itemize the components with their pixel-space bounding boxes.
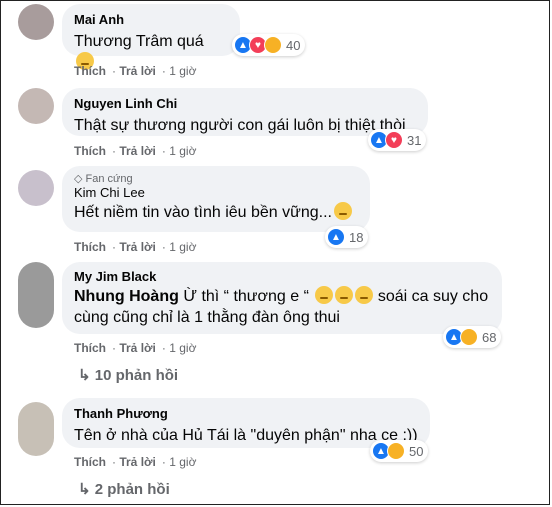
reply-button[interactable]: Trả lời <box>119 455 156 469</box>
haha-reaction-icon <box>460 328 478 346</box>
comment-actions: Thích · Trả lời · 1 giờ <box>74 455 197 469</box>
author-name[interactable]: Thanh Phương <box>74 406 418 421</box>
view-replies-link[interactable]: ↳ 10 phản hồi <box>78 366 178 384</box>
reply-button[interactable]: Trả lời <box>119 64 156 78</box>
author-name[interactable]: Mai Anh <box>74 12 228 27</box>
timestamp[interactable]: 1 giờ <box>169 341 196 355</box>
comment-text-part: cùng cũng chỉ là 1 thằng đàn ông thui <box>74 309 340 326</box>
comment-bubble: ◇ Fan cứng Kim Chi Lee Hết niềm tin vào … <box>62 166 370 232</box>
avatar[interactable] <box>18 262 54 328</box>
unamused-face-emoji-icon <box>315 286 334 304</box>
reaction-summary[interactable]: ▲ 50 <box>370 440 429 462</box>
like-button[interactable]: Thích <box>74 455 106 469</box>
like-button[interactable]: Thích <box>74 64 106 78</box>
comment-actions: Thích · Trả lời · 1 giờ <box>74 144 197 158</box>
author-name[interactable]: Kim Chi Lee <box>74 185 358 200</box>
diamond-icon: ◇ <box>74 173 83 185</box>
replies-count: 10 phản hồi <box>94 367 179 384</box>
replies-count: 2 phản hồi <box>94 481 170 498</box>
timestamp[interactable]: 1 giờ <box>169 240 196 254</box>
avatar[interactable] <box>18 402 54 456</box>
comment-text: Thương Trâm quá <box>74 33 204 50</box>
timestamp[interactable]: 1 giờ <box>169 64 196 78</box>
like-button[interactable]: Thích <box>74 144 106 158</box>
comment-actions: Thích · Trả lời · 1 giờ <box>74 240 197 254</box>
avatar[interactable] <box>18 88 54 124</box>
comment-text: Tên ở nhà của Hủ Tái là "duyên phận" nha… <box>74 427 418 444</box>
comment-text: Hết niềm tin vào tình iêu bền vững... <box>74 204 332 221</box>
comment-actions: Thích · Trả lời · 1 giờ <box>74 341 197 355</box>
reaction-summary[interactable]: ▲ ♥ 31 <box>368 129 427 151</box>
reaction-count: 50 <box>409 443 424 459</box>
reaction-count: 68 <box>482 329 497 345</box>
timestamp[interactable]: 1 giờ <box>169 144 196 158</box>
view-replies-link[interactable]: ↳ 2 phản hồi <box>78 480 170 498</box>
fan-badge: Fan cứng <box>85 173 133 185</box>
avatar[interactable] <box>18 4 54 40</box>
timestamp[interactable]: 1 giờ <box>169 455 196 469</box>
unamused-face-emoji-icon <box>355 286 374 304</box>
avatar[interactable] <box>18 170 54 206</box>
reaction-count: 18 <box>349 229 364 245</box>
comment-text-part: soái ca suy cho <box>377 288 489 305</box>
like-button[interactable]: Thích <box>74 240 106 254</box>
comment-actions: Thích · Trả lời · 1 giờ <box>74 64 197 78</box>
reaction-summary[interactable]: ▲ ♥ 40 <box>232 34 306 56</box>
comment-text: Thật sự thương người con gái luôn bị thi… <box>74 117 406 134</box>
mention-link[interactable]: Nhung Hoàng <box>74 288 179 305</box>
comment-bubble: Mai Anh Thương Trâm quá <box>62 4 240 70</box>
comment-text-part: Ừ thì “ thương e “ <box>183 288 309 305</box>
haha-reaction-icon <box>387 442 405 460</box>
reply-button[interactable]: Trả lời <box>119 341 156 355</box>
reaction-count: 40 <box>286 37 301 53</box>
reply-arrow-icon: ↳ <box>78 481 91 498</box>
reply-arrow-icon: ↳ <box>78 367 91 384</box>
sad-reaction-icon <box>264 36 282 54</box>
author-name[interactable]: Nguyen Linh Chi <box>74 96 416 111</box>
love-reaction-icon: ♥ <box>385 131 403 149</box>
comment-bubble: My Jim Black Nhung Hoàng Ừ thì “ thương … <box>62 262 502 334</box>
comment-bubble: Nguyen Linh Chi Thật sự thương người con… <box>62 88 428 136</box>
like-button[interactable]: Thích <box>74 341 106 355</box>
reply-button[interactable]: Trả lời <box>119 240 156 254</box>
unamused-face-emoji-icon <box>335 286 354 304</box>
unamused-face-emoji-icon <box>333 202 352 220</box>
reply-button[interactable]: Trả lời <box>119 144 156 158</box>
reaction-count: 31 <box>407 132 422 148</box>
like-reaction-icon: ▲ <box>327 228 345 246</box>
reaction-summary[interactable]: ▲ 18 <box>325 226 369 248</box>
author-name[interactable]: My Jim Black <box>74 269 490 284</box>
reaction-summary[interactable]: ▲ 68 <box>443 326 502 348</box>
